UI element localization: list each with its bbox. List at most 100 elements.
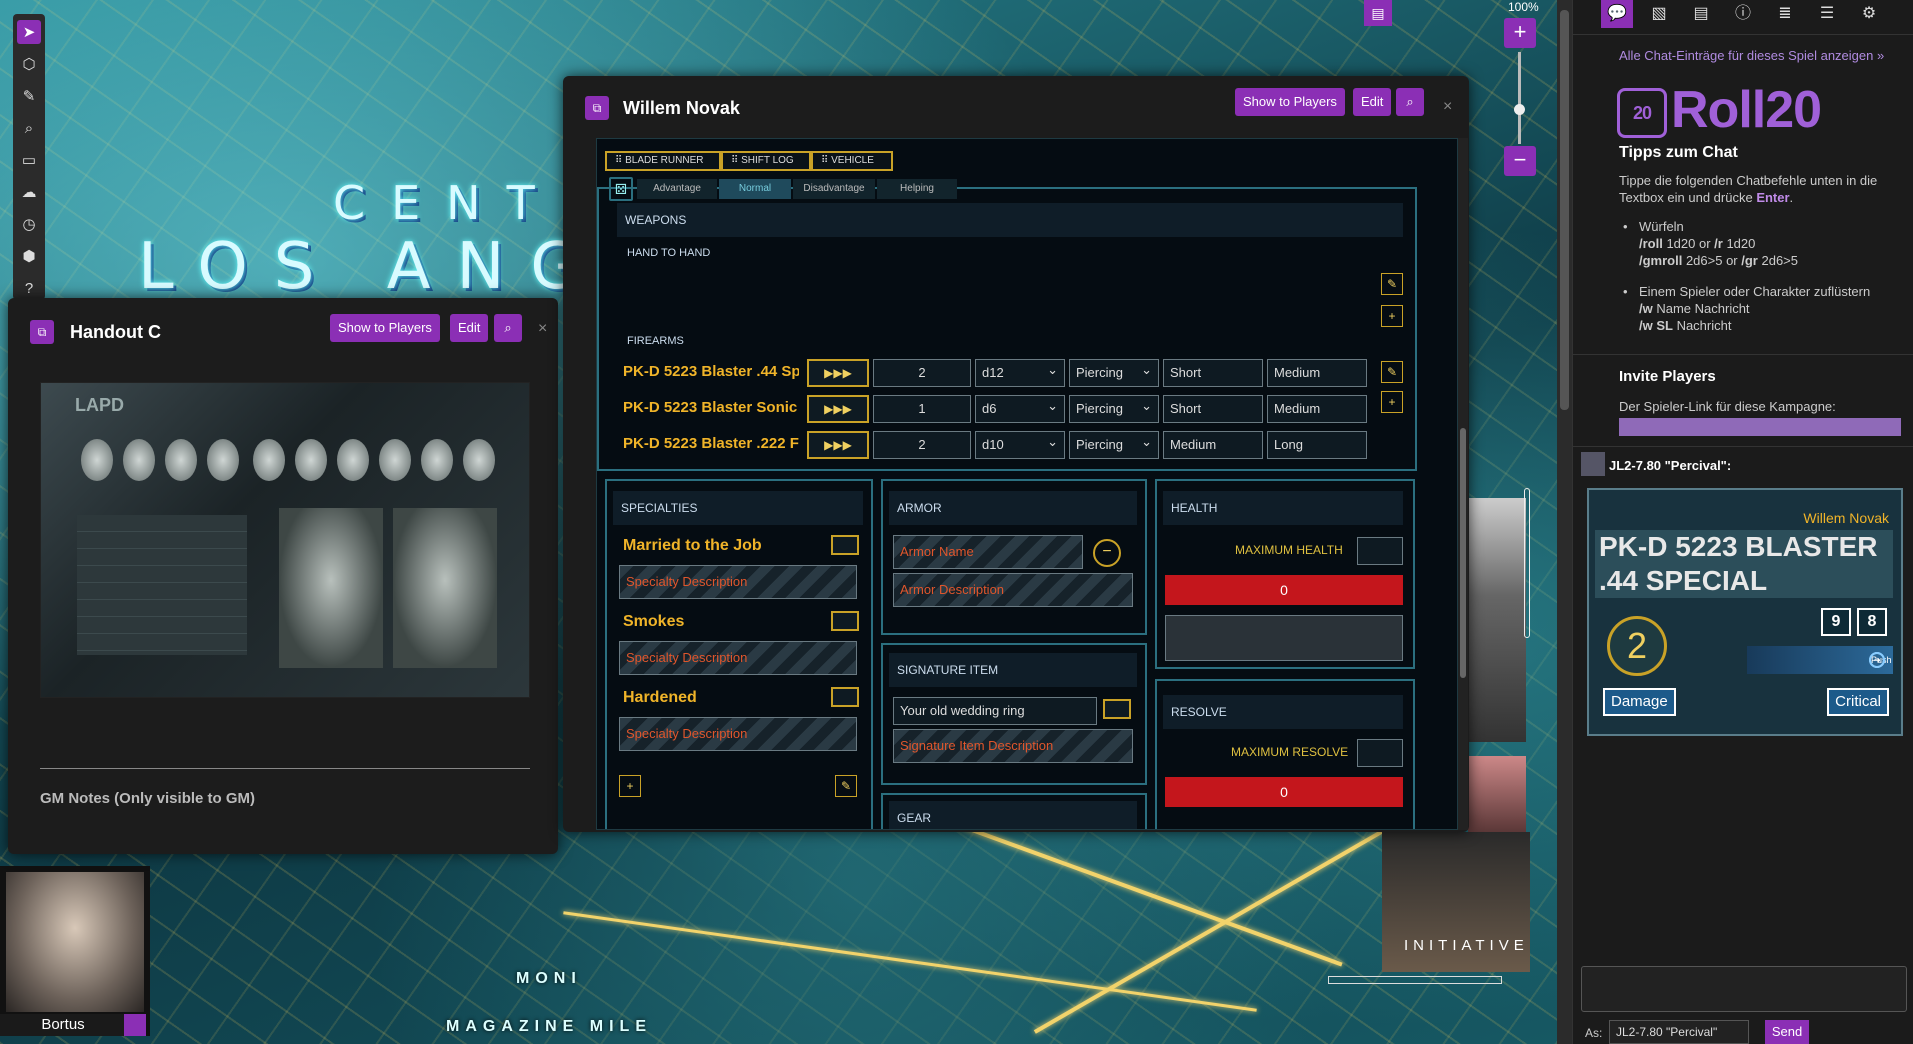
add-icon[interactable]: + [619,775,641,797]
mode-normal[interactable]: Normal [719,179,791,199]
armor-roll-button[interactable]: − [1093,539,1121,567]
specialty-checkbox[interactable] [831,611,859,631]
specialty-description[interactable]: Specialty Description [619,641,857,675]
initiative-tracker[interactable]: INITIATIVE [1382,832,1530,972]
fog-icon[interactable]: ☁ [17,180,41,204]
tracker-scrollbar[interactable] [1524,488,1530,638]
specialty-description[interactable]: Specialty Description [619,565,857,599]
edit-pencil-icon[interactable]: ✎ [835,775,857,797]
weapon-name[interactable]: PK-D 5223 Blaster .44 Sp [623,363,799,380]
armor-name-field[interactable]: Armor Name [893,535,1083,569]
health-bar[interactable]: 0 [1165,575,1403,605]
mode-helping[interactable]: Helping [877,179,957,199]
mode-advantage[interactable]: Advantage [637,179,717,199]
specialty-description[interactable]: Specialty Description [619,717,857,751]
push-button[interactable]: Push ➜ [1747,646,1893,674]
weapon-range-field[interactable]: Short [1163,359,1263,387]
popout-icon[interactable]: ⧉ [30,320,54,344]
weapon-range-field[interactable]: Medium [1267,395,1367,423]
signature-item-field[interactable]: Your old wedding ring [893,697,1097,725]
show-to-players-button[interactable]: Show to Players [330,314,440,342]
weapon-roll-button[interactable]: ▶▶▶ [807,395,869,423]
ruler-icon[interactable]: ▭ [17,148,41,172]
weapon-range-field[interactable]: Long [1267,431,1367,459]
close-icon[interactable]: × [1443,98,1452,116]
all-chat-link[interactable]: Alle Chat-Einträge für dieses Spiel anze… [1619,48,1884,63]
help-icon[interactable]: ? [17,276,41,300]
pointer-icon[interactable]: ➤ [17,20,41,44]
specialty-name[interactable]: Smokes [623,613,684,631]
add-icon[interactable]: + [1381,305,1403,327]
brush-icon[interactable]: ✎ [17,84,41,108]
clock-icon[interactable]: ◷ [17,212,41,236]
weapon-die-select[interactable]: d10 [975,429,1065,459]
weapon-range-field[interactable]: Medium [1163,431,1263,459]
signature-item-description[interactable]: Signature Item Description [893,729,1133,763]
weapon-damage-field[interactable]: 1 [873,395,971,423]
signature-checkbox[interactable] [1103,699,1131,719]
weapon-damage-field[interactable]: 2 [873,431,971,459]
tab-shift-log[interactable]: ⠿ SHIFT LOG [721,151,811,171]
weapon-type-select[interactable]: Piercing [1069,393,1159,423]
tab-blade-runner[interactable]: ⠿ BLADE RUNNER [605,151,721,171]
popout-icon[interactable]: ⧉ [585,96,609,120]
weapon-roll-button[interactable]: ▶▶▶ [807,431,869,459]
specialty-checkbox[interactable] [831,687,859,707]
specialty-name[interactable]: Married to the Job [623,537,762,555]
max-resolve-field[interactable] [1357,739,1403,767]
player-token[interactable]: Bortus [0,866,150,1036]
edit-pencil-icon[interactable]: ✎ [1381,361,1403,383]
journal-icon[interactable]: ▤ [1364,0,1392,26]
art-library-icon[interactable]: ▧ [1643,0,1675,28]
map-token-image[interactable] [1468,756,1526,836]
weapon-name[interactable]: PK-D 5223 Blaster .222 F [623,435,799,452]
invite-link-field[interactable] [1619,418,1901,436]
weapon-type-select[interactable]: Piercing [1069,357,1159,387]
send-button[interactable]: Send [1765,1020,1809,1044]
edit-button[interactable]: Edit [1353,88,1392,116]
max-health-field[interactable] [1357,537,1403,565]
critical-button[interactable]: Critical [1827,688,1889,716]
journal-icon[interactable]: ▤ [1685,0,1717,28]
weapon-type-select[interactable]: Piercing [1069,429,1159,459]
mode-disadvantage[interactable]: Disadvantage [793,179,875,199]
specialty-name[interactable]: Hardened [623,689,697,707]
chat-input[interactable] [1581,966,1907,1012]
close-icon[interactable]: × [538,320,547,338]
edit-pencil-icon[interactable]: ✎ [1381,273,1403,295]
search-icon[interactable]: ⌕ [1396,88,1424,116]
list-icon[interactable]: ☰ [1811,0,1843,28]
add-icon[interactable]: + [1381,391,1403,413]
show-to-players-button[interactable]: Show to Players [1235,88,1345,116]
weapon-name[interactable]: PK-D 5223 Blaster Sonic [623,399,799,416]
zoom-icon[interactable]: ⌕ [17,116,41,140]
zoom-slider-handle[interactable] [1514,104,1525,115]
dice-icon[interactable]: ⬢ [17,244,41,268]
scrollbar-thumb[interactable] [1460,428,1466,678]
page-scrollbar[interactable] [1557,0,1572,1044]
speaking-as-select[interactable]: JL2-7.80 "Percival" [1609,1020,1749,1044]
initiative-scrollbar[interactable] [1328,976,1502,984]
chat-tab-icon[interactable]: 💬 [1601,0,1633,28]
health-tracker[interactable] [1165,615,1403,661]
resolve-bar[interactable]: 0 [1165,777,1403,807]
weapon-range-field[interactable]: Medium [1267,359,1367,387]
damage-button[interactable]: Damage [1603,688,1676,716]
gear-icon[interactable]: ⚙ [1853,0,1885,28]
search-icon[interactable]: ⌕ [494,314,522,342]
specialty-checkbox[interactable] [831,535,859,555]
map-token-image[interactable] [1468,498,1526,742]
compendium-icon[interactable]: ≣ [1769,0,1801,28]
zoom-in-button[interactable]: + [1504,18,1536,48]
weapon-range-field[interactable]: Short [1163,395,1263,423]
cube-icon[interactable]: ⬡ [17,52,41,76]
weapon-die-select[interactable]: d6 [975,393,1065,423]
weapon-roll-button[interactable]: ▶▶▶ [807,359,869,387]
tab-vehicle[interactable]: ⠿ VEHICLE [811,151,893,171]
info-icon[interactable]: ⓘ [1727,0,1759,28]
scrollbar-thumb[interactable] [1560,10,1569,410]
sheet-scrollbar[interactable] [1458,138,1468,830]
weapon-damage-field[interactable]: 2 [873,359,971,387]
zoom-slider-track[interactable] [1518,52,1521,144]
dice-mode-icon[interactable]: ⚄ [609,177,633,201]
